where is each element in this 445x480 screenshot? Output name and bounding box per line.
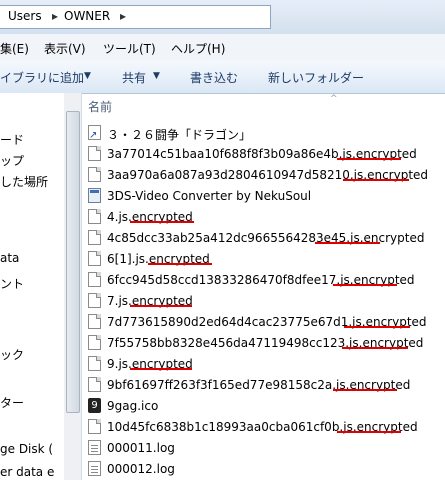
file-icon (88, 251, 101, 266)
red-underline (130, 221, 194, 223)
log-file-icon (88, 461, 101, 476)
list-item[interactable]: ３・２６闘争「ドラゴン」 (85, 123, 445, 144)
shortcut-icon (88, 125, 101, 141)
list-item[interactable]: 7d773615890d2ed64d4cac23775e67d1.js.encr… (85, 312, 445, 333)
list-item[interactable]: 10d45fc6838b1c18993aa0cba061cf0b.js.encr… (85, 417, 445, 438)
file-icon (88, 293, 101, 308)
file-icon (88, 335, 101, 350)
share-button[interactable]: 共有 (122, 69, 146, 86)
menu-bar: 集(E) 表示(V) ツール(T) ヘルプ(H) (0, 34, 445, 61)
nav-item[interactable]: er data e (0, 465, 54, 479)
log-file-icon (88, 440, 101, 455)
menu-help[interactable]: ヘルプ(H) (171, 40, 225, 57)
file-icon (88, 230, 101, 245)
red-underline (130, 305, 192, 307)
column-header[interactable]: 名前 ^ (82, 94, 445, 118)
address-bar: Users ▸ OWNER ▸ (0, 0, 445, 35)
file-name: ３・２６闘争「ドラゴン」 (107, 128, 252, 142)
list-item[interactable]: 7f55758bb8328e456da47119498cc123.js.encr… (85, 333, 445, 354)
nav-scrollbar[interactable] (64, 93, 82, 480)
breadcrumb-owner[interactable]: OWNER (64, 9, 110, 23)
chevron-down-icon[interactable]: ▼ (153, 71, 160, 81)
red-underline (333, 284, 397, 286)
sort-arrow-icon: ^ (330, 94, 338, 104)
nav-item[interactable]: ック (0, 346, 24, 363)
red-underline (333, 389, 397, 391)
red-underline (343, 179, 409, 181)
chevron-right-icon[interactable]: ▸ (120, 9, 126, 23)
burn-button[interactable]: 書き込む (190, 69, 238, 86)
list-item[interactable]: 9bf61697ff263f3f165ed77e98158c2a.js.encr… (85, 375, 445, 396)
menu-tools[interactable]: ツール(T) (103, 40, 156, 57)
list-item[interactable]: 000011.log (85, 438, 445, 459)
red-underline (344, 326, 410, 328)
list-item[interactable]: 3a77014c51baa10f688f8f3b09a86e4b.js.encr… (85, 144, 445, 165)
red-underline (315, 242, 380, 244)
list-item[interactable]: 3DS-Video Converter by NekuSoul (85, 186, 445, 207)
list-item[interactable]: 3aa970a6a087a93d2804610947d58210.js.encr… (85, 165, 445, 186)
new-folder-button[interactable]: 新しいフォルダー (268, 69, 364, 86)
chevron-right-icon[interactable]: ▸ (52, 9, 58, 23)
nav-item[interactable]: した場所 (0, 173, 48, 190)
application-icon (88, 188, 101, 203)
list-item[interactable]: 6fcc945d58ccd13833286470f8dfee17.js.encr… (85, 270, 445, 291)
red-underline (148, 263, 212, 265)
file-name: 3DS-Video Converter by NekuSoul (107, 189, 312, 203)
file-icon (88, 146, 101, 161)
list-item[interactable]: 9 9gag.ico (85, 396, 445, 417)
file-icon (88, 314, 101, 329)
nav-item[interactable]: ード (0, 131, 24, 148)
file-icon (88, 167, 101, 182)
nav-item[interactable]: ター (0, 394, 24, 411)
file-name: 000011.log (107, 441, 175, 455)
file-icon (88, 377, 101, 392)
file-icon (88, 209, 101, 224)
nav-item[interactable]: ata (0, 251, 19, 265)
nav-item[interactable]: ント (0, 275, 24, 292)
file-icon (88, 419, 101, 434)
red-underline (130, 368, 192, 370)
include-in-library-button[interactable]: イブラリに追加 (0, 69, 84, 86)
breadcrumb-users[interactable]: Users (8, 9, 42, 23)
menu-view[interactable]: 表示(V) (44, 40, 86, 57)
nav-item[interactable]: ップ (0, 152, 24, 169)
red-underline (342, 347, 408, 349)
file-name: 000012.log (107, 462, 175, 476)
list-item[interactable]: 4c85dcc33ab25a412dc9665564283e45.js.encr… (85, 228, 445, 249)
menu-edit[interactable]: 集(E) (0, 40, 29, 57)
red-underline (337, 431, 401, 433)
navigation-pane: ード ップ した場所 ata ント ック ター ge Disk ( er dat… (0, 93, 65, 480)
breadcrumb[interactable]: Users ▸ OWNER ▸ (0, 5, 271, 29)
chevron-down-icon[interactable]: ▼ (84, 71, 91, 81)
list-item[interactable]: 7.js.encrypted (85, 291, 445, 312)
file-name: 9gag.ico (107, 399, 159, 413)
toolbar: イブラリに追加 ▼ 共有 ▼ 書き込む 新しいフォルダー (0, 60, 445, 94)
list-item[interactable]: 6[1].js.encrypted (85, 249, 445, 270)
red-underline (337, 158, 401, 160)
file-icon (88, 272, 101, 287)
scrollbar-thumb[interactable] (66, 111, 80, 413)
file-icon (88, 356, 101, 371)
list-item[interactable]: 4.js.encrypted (85, 207, 445, 228)
list-item[interactable]: 000012.log (85, 459, 445, 480)
column-name-label[interactable]: 名前 (88, 98, 112, 115)
nav-item[interactable]: ge Disk ( (0, 442, 53, 456)
9gag-icon: 9 (88, 398, 101, 413)
list-item[interactable]: 9.js.encrypted (85, 354, 445, 375)
